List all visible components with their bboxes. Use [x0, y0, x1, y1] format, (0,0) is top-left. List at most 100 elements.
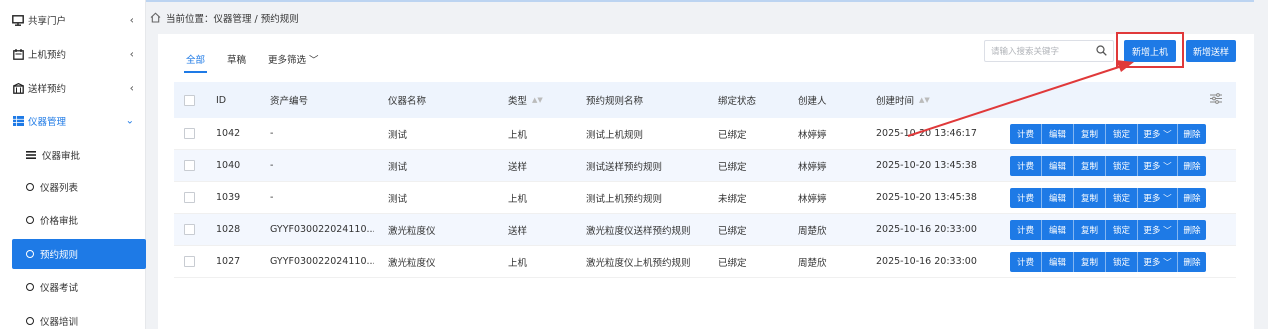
- copy-button[interactable]: 复制: [1074, 156, 1106, 176]
- circle-icon: [26, 283, 34, 291]
- search-icon[interactable]: [1096, 45, 1107, 59]
- cell-asset: GYYF030022024110...: [270, 256, 374, 267]
- chevron-left-icon: ‹: [129, 81, 134, 95]
- cell-creator: 林婷婷: [798, 161, 827, 173]
- more-dropdown-button[interactable]: 更多 ﹀: [1138, 252, 1178, 272]
- search-input[interactable]: 请输入搜索关键字: [984, 40, 1114, 62]
- calendar-icon: [12, 48, 24, 60]
- table-header: ID 资产编号 仪器名称 类型 ▲▼ 预约规则名称 绑定状态 创建人 创建时间 ▲▼: [174, 82, 1236, 118]
- billing-button[interactable]: 计费: [1010, 124, 1042, 144]
- sidebar-item-sample-booking[interactable]: 送样预约 ‹: [0, 71, 146, 105]
- billing-button[interactable]: 计费: [1010, 156, 1042, 176]
- list-icon: [26, 151, 36, 159]
- edit-button[interactable]: 编辑: [1042, 252, 1074, 272]
- select-all-checkbox[interactable]: [184, 94, 195, 106]
- cell-status: 已绑定: [718, 161, 747, 173]
- cell-rule: 激光粒度仪上机预约规则: [586, 257, 691, 269]
- delete-button[interactable]: 删除: [1178, 220, 1206, 240]
- billing-button[interactable]: 计费: [1010, 188, 1042, 208]
- copy-button[interactable]: 复制: [1074, 220, 1106, 240]
- billing-button[interactable]: 计费: [1010, 252, 1042, 272]
- copy-button[interactable]: 复制: [1074, 252, 1106, 272]
- cell-type: 上机: [508, 257, 528, 269]
- column-settings-icon[interactable]: [1210, 93, 1222, 107]
- row-actions: 计费 编辑 复制 锁定 更多 ﹀ 删除: [1010, 156, 1206, 176]
- sidebar-sub-item-instrument-training[interactable]: 仪器培训: [12, 307, 146, 329]
- sidebar-sub-item-label: 仪器列表: [40, 183, 79, 194]
- breadcrumb-text: 当前位置：仪器管理 / 预约规则: [166, 14, 299, 25]
- building-icon: [12, 82, 24, 94]
- search-placeholder: 请输入搜索关键字: [991, 47, 1060, 57]
- sort-icon[interactable]: ▲▼: [532, 96, 543, 104]
- copy-button[interactable]: 复制: [1074, 124, 1106, 144]
- sidebar-sub-item-instrument-list[interactable]: 仪器列表: [12, 173, 146, 201]
- row-checkbox[interactable]: [184, 128, 195, 139]
- cell-rule: 测试上机预约规则: [586, 193, 663, 205]
- breadcrumb: 当前位置：仪器管理 / 预约规则: [150, 8, 299, 28]
- delete-button[interactable]: 删除: [1178, 188, 1206, 208]
- sidebar-sub-item-instrument-exam[interactable]: 仪器考试: [12, 273, 146, 301]
- monitor-icon: [12, 14, 24, 26]
- cell-rule: 测试上机规则: [586, 129, 644, 141]
- tab-all[interactable]: 全部: [183, 46, 208, 73]
- row-select-cell: [184, 150, 195, 181]
- row-checkbox[interactable]: [184, 192, 195, 203]
- delete-button[interactable]: 删除: [1178, 156, 1206, 176]
- home-icon[interactable]: [150, 12, 162, 24]
- row-select-cell: [184, 246, 195, 277]
- cell-status: 已绑定: [718, 129, 747, 141]
- lock-button[interactable]: 锁定: [1106, 156, 1138, 176]
- chevron-left-icon: ‹: [129, 47, 134, 61]
- edit-button[interactable]: 编辑: [1042, 188, 1074, 208]
- edit-button[interactable]: 编辑: [1042, 124, 1074, 144]
- row-checkbox[interactable]: [184, 160, 195, 171]
- cell-creator: 林婷婷: [798, 129, 827, 141]
- more-dropdown-button[interactable]: 更多 ﹀: [1138, 188, 1178, 208]
- cell-type: 送样: [508, 225, 528, 237]
- edit-button[interactable]: 编辑: [1042, 156, 1074, 176]
- tab-draft[interactable]: 草稿: [227, 46, 246, 72]
- row-select-cell: [184, 214, 195, 245]
- cell-asset: -: [270, 160, 274, 171]
- cell-id: 1040: [216, 160, 241, 171]
- row-actions: 计费 编辑 复制 锁定 更多 ﹀ 删除: [1010, 252, 1206, 272]
- billing-button[interactable]: 计费: [1010, 220, 1042, 240]
- add-sample-rule-button[interactable]: 新增送样: [1186, 40, 1236, 62]
- cell-time: 2025-10-20 13:45:38: [876, 160, 977, 171]
- header-time-cell: 创建时间 ▲▼: [876, 82, 930, 118]
- chevron-left-icon: ‹: [129, 13, 134, 27]
- add-machine-rule-button[interactable]: 新增上机: [1124, 40, 1176, 62]
- more-dropdown-button[interactable]: 更多 ﹀: [1138, 220, 1178, 240]
- cell-asset: GYYF030022024110...: [270, 224, 374, 235]
- sidebar-item-machine-booking[interactable]: 上机预约 ‹: [0, 37, 146, 71]
- sidebar-sub-item-price-approval[interactable]: 价格审批: [12, 206, 146, 234]
- sidebar-item-instrument-management[interactable]: 仪器管理 ⌄: [0, 104, 146, 138]
- row-actions: 计费 编辑 复制 锁定 更多 ﹀ 删除: [1010, 124, 1206, 144]
- sidebar-sub-item-instrument-approval[interactable]: 仪器审批: [12, 141, 146, 169]
- more-dropdown-button[interactable]: 更多 ﹀: [1138, 156, 1178, 176]
- cell-type: 上机: [508, 129, 528, 141]
- row-checkbox[interactable]: [184, 224, 195, 235]
- delete-button[interactable]: 删除: [1178, 252, 1206, 272]
- sidebar: 共享门户 ‹ 上机预约 ‹ 送样预约 ‹ 仪器管理 ⌄ 仪器审批 仪器列表 价格…: [0, 0, 146, 329]
- copy-button[interactable]: 复制: [1074, 188, 1106, 208]
- cell-type: 送样: [508, 161, 528, 173]
- row-checkbox[interactable]: [184, 256, 195, 267]
- table-row: 1042 - 测试 上机 测试上机规则 已绑定 林婷婷 2025-10-20 13:46:17…: [174, 118, 1236, 150]
- lock-button[interactable]: 锁定: [1106, 220, 1138, 240]
- lock-button[interactable]: 锁定: [1106, 124, 1138, 144]
- header-id: ID: [216, 94, 227, 106]
- header-type-cell: 类型 ▲▼: [508, 82, 543, 118]
- sort-icon[interactable]: ▲▼: [919, 96, 930, 104]
- tab-more-filters[interactable]: 更多筛选 ﹀: [268, 46, 319, 72]
- circle-icon: [26, 317, 34, 325]
- lock-button[interactable]: 锁定: [1106, 252, 1138, 272]
- sidebar-sub-item-booking-rules[interactable]: 预约规则: [12, 239, 146, 269]
- more-dropdown-button[interactable]: 更多 ﹀: [1138, 124, 1178, 144]
- lock-button[interactable]: 锁定: [1106, 188, 1138, 208]
- sidebar-item-portal[interactable]: 共享门户 ‹: [0, 3, 146, 37]
- circle-icon: [26, 250, 34, 258]
- edit-button[interactable]: 编辑: [1042, 220, 1074, 240]
- main-card: 全部 草稿 更多筛选 ﹀ 请输入搜索关键字 新增上机 新增送样 ID 资产编号 …: [158, 32, 1254, 329]
- delete-button[interactable]: 删除: [1178, 124, 1206, 144]
